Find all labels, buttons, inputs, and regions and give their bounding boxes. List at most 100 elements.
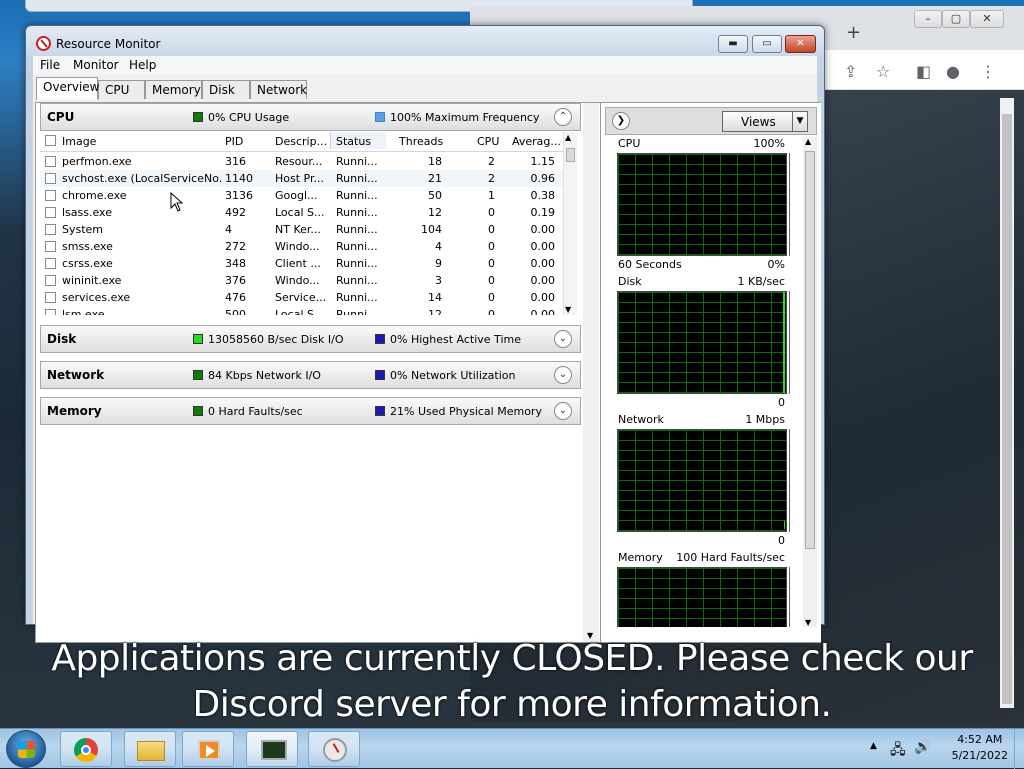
cpu-section-header[interactable]: CPU 0% CPU Usage 100% Maximum Frequency … <box>40 103 581 131</box>
network-tray-icon[interactable]: 🖧 <box>890 739 906 763</box>
menu-bar: File Monitor Help <box>33 56 817 74</box>
expand-graphs-icon[interactable]: ❯ <box>612 112 630 130</box>
volume-icon[interactable]: 🔊 <box>914 739 931 755</box>
chrome-scrollbar[interactable] <box>1000 98 1014 708</box>
table-row[interactable]: svchost.exe (LocalServiceNo... 1140 Host P… <box>40 170 575 187</box>
taskbar-resource-monitor-button[interactable] <box>246 731 298 767</box>
table-row[interactable]: wininit.exe 376 Windo... Runni... 3 0 0.00 <box>40 272 575 289</box>
row-checkbox[interactable] <box>45 207 56 218</box>
close-button[interactable]: ✕ <box>785 35 816 53</box>
row-checkbox[interactable] <box>45 190 56 201</box>
chrome-minimize-button[interactable]: – <box>914 10 942 28</box>
tab-network[interactable]: Network <box>250 80 307 99</box>
cell-cpu: 0 <box>488 274 495 287</box>
table-row[interactable]: perfmon.exe 316 Resour... Runni... 18 2 1.15 <box>40 153 575 170</box>
menu-icon[interactable]: ⋮ <box>980 62 996 81</box>
column-status[interactable]: Status <box>330 132 386 149</box>
network-section-header[interactable]: Network 84 Kbps Network I/O 0% Network U… <box>40 361 581 389</box>
tab-disk[interactable]: Disk <box>202 80 250 99</box>
column-pid[interactable]: PID <box>225 135 243 148</box>
taskbar-media-player-button[interactable] <box>182 731 234 767</box>
menu-help[interactable]: Help <box>129 58 156 72</box>
taskbar-explorer-button[interactable] <box>124 731 176 767</box>
sidebar-icon[interactable]: ◧ <box>916 62 931 81</box>
title-bar[interactable]: Resource Monitor ▬ ▭ ✕ <box>26 26 824 56</box>
process-table-scrollbar[interactable]: ▲ ▼ <box>563 132 577 315</box>
graphs-scroll-thumb[interactable] <box>805 151 815 549</box>
row-checkbox[interactable] <box>45 156 56 167</box>
cell-threads: 50 <box>428 189 442 202</box>
row-checkbox[interactable] <box>45 292 56 303</box>
select-all-checkbox[interactable] <box>45 135 56 146</box>
table-row[interactable]: csrss.exe 348 Client ... Runni... 9 0 0.00 <box>40 255 575 272</box>
row-checkbox[interactable] <box>45 224 56 235</box>
network-io-swatch <box>193 370 203 380</box>
cell-image: chrome.exe <box>62 189 127 202</box>
column-image[interactable]: Image <box>62 135 96 148</box>
table-row[interactable]: lsass.exe 492 Local S... Runni... 12 0 0.19 <box>40 204 575 221</box>
table-row[interactable]: smss.exe 272 Windo... Runni... 4 0 0.00 <box>40 238 575 255</box>
scroll-up-icon[interactable]: ▲ <box>805 137 811 146</box>
cell-status: Runni... <box>336 308 378 315</box>
row-checkbox[interactable] <box>45 258 56 269</box>
row-checkbox[interactable] <box>45 309 56 315</box>
tab-memory[interactable]: Memory <box>145 80 202 99</box>
views-dropdown[interactable]: Views ▼ <box>722 111 808 132</box>
disk-graph-min: 0 <box>778 396 785 409</box>
taskbar-chrome-button[interactable] <box>60 731 112 767</box>
cell-image: lsass.exe <box>62 206 112 219</box>
cell-cpu: 0 <box>488 240 495 253</box>
tab-cpu[interactable]: CPU <box>98 80 145 99</box>
column-threads[interactable]: Threads <box>399 135 443 148</box>
row-checkbox[interactable] <box>45 241 56 252</box>
network-utilization-swatch <box>375 370 385 380</box>
chrome-maximize-button[interactable]: ▢ <box>942 10 970 28</box>
cell-desc: Windo... <box>275 240 320 253</box>
scroll-down-icon[interactable]: ▼ <box>565 305 571 314</box>
table-row[interactable]: chrome.exe 3136 Googl... Runni... 50 1 0.38 <box>40 187 575 204</box>
show-hidden-icons-icon[interactable]: ▲ <box>870 741 877 751</box>
scroll-up-icon[interactable]: ▲ <box>565 133 571 142</box>
new-tab-icon[interactable]: + <box>846 22 861 43</box>
graphs-scrollbar[interactable]: ▲ ▼ <box>803 137 817 627</box>
memory-section-header[interactable]: Memory 0 Hard Faults/sec 21% Used Physic… <box>40 397 581 425</box>
column-cpu[interactable]: CPU <box>477 135 499 148</box>
cell-avg: 0.19 <box>530 206 556 219</box>
row-checkbox[interactable] <box>45 275 56 286</box>
bookmark-star-icon[interactable]: ☆ <box>876 62 890 81</box>
cell-desc: Service... <box>275 291 327 304</box>
maximize-button[interactable]: ▭ <box>752 35 782 53</box>
cell-avg: 0.00 <box>530 274 556 287</box>
disk-section-header[interactable]: Disk 13058560 B/sec Disk I/O 0% Highest … <box>40 325 581 353</box>
left-pane-scrollbar[interactable]: ▼ <box>583 103 599 642</box>
chevron-down-icon[interactable]: ▼ <box>792 112 807 131</box>
minimize-button[interactable]: ▬ <box>718 35 748 53</box>
expand-memory-icon[interactable]: ⌄ <box>554 402 572 420</box>
cell-image: wininit.exe <box>62 274 122 287</box>
chrome-close-button[interactable]: ✕ <box>970 10 1004 28</box>
collapse-cpu-icon[interactable]: ⌃ <box>554 108 572 126</box>
cell-threads: 12 <box>428 308 442 315</box>
table-row[interactable]: lsm.exe 500 Local S... Runni... 12 0 0.00 <box>40 306 575 315</box>
profile-icon[interactable]: ● <box>946 62 960 81</box>
cpu-frequency-metric: 100% Maximum Frequency <box>375 111 539 124</box>
expand-network-icon[interactable]: ⌄ <box>554 366 572 384</box>
table-row[interactable]: System 4 NT Ker... Runni... 104 0 0.00 <box>40 221 575 238</box>
cell-desc: NT Ker... <box>275 223 321 236</box>
tab-overview[interactable]: Overview <box>36 77 100 100</box>
menu-file[interactable]: File <box>40 58 60 72</box>
row-checkbox[interactable] <box>45 173 56 184</box>
taskbar-perfmon-button[interactable] <box>308 731 360 767</box>
table-row[interactable]: services.exe 476 Service... Runni... 14 0 0.00 <box>40 289 575 306</box>
menu-monitor[interactable]: Monitor <box>73 58 119 72</box>
column-description[interactable]: Descrip... <box>275 135 327 148</box>
share-icon[interactable]: ⇪ <box>844 62 857 81</box>
expand-disk-icon[interactable]: ⌄ <box>554 330 572 348</box>
scroll-thumb[interactable] <box>566 148 575 162</box>
scroll-down-icon[interactable]: ▼ <box>805 618 811 627</box>
column-average[interactable]: Averag... <box>512 135 561 148</box>
views-label: Views <box>741 115 776 129</box>
system-clock[interactable]: 4:52 AM 5/21/2022 <box>952 733 1008 762</box>
show-desktop-button[interactable] <box>1014 729 1024 769</box>
start-button[interactable] <box>6 730 46 768</box>
